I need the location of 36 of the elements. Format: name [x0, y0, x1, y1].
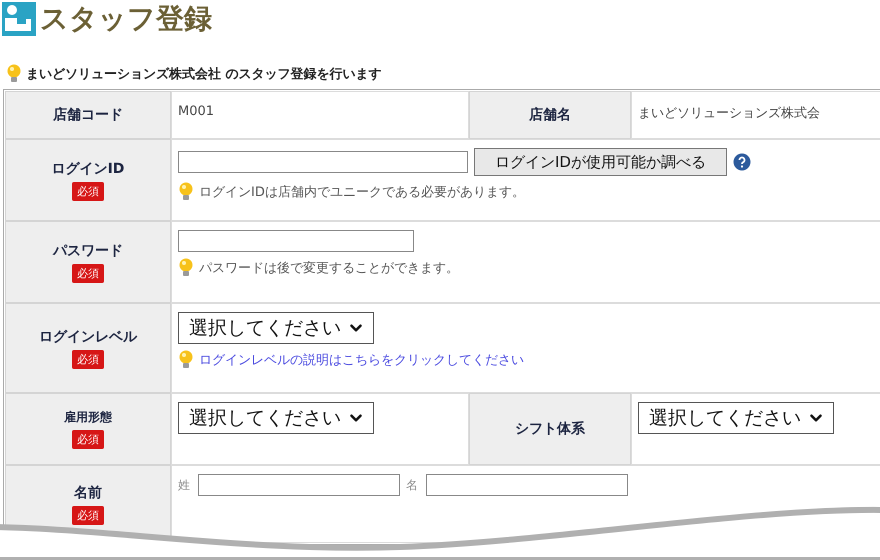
check-availability-button[interactable]: ログインIDが使用可能か調べる: [474, 148, 727, 176]
hint-text: ログインIDは店舗内でユニークである必要があります。: [199, 184, 525, 201]
required-badge: 必須: [72, 264, 104, 282]
hint-text: パスワードは後で変更することができます。: [199, 260, 459, 277]
lightbulb-icon: [6, 64, 22, 84]
help-link[interactable]: ログインレベルの説明はこちらをクリックしてください: [199, 351, 524, 369]
field-value: まいどソリューションズ株式会: [638, 105, 820, 122]
field-label: 雇用形態: [63, 409, 113, 426]
input-label: 名: [406, 476, 418, 494]
field-label: 店舗名: [528, 106, 572, 124]
field-label: 名前: [72, 484, 103, 502]
lightbulb-icon: [178, 182, 194, 202]
page-title: スタッフ登録: [40, 3, 212, 35]
required-badge: 必須: [72, 182, 104, 200]
select-dropdown[interactable]: 選択してください: [638, 402, 834, 434]
field-label: シフト体系: [514, 420, 586, 438]
select-dropdown[interactable]: 選択してください: [178, 312, 374, 344]
select-dropdown[interactable]: 選択してください: [178, 402, 374, 434]
field-label: 店舗コード: [52, 106, 124, 124]
help-icon[interactable]: [732, 153, 751, 171]
required-badge: 必須: [72, 350, 104, 368]
input-field[interactable]: [426, 474, 628, 496]
field-label: ログインレベル: [38, 328, 138, 346]
required-badge: 必須: [72, 506, 104, 524]
input-label: 姓: [178, 476, 190, 494]
staff-icon: [2, 2, 36, 36]
input-field[interactable]: [178, 151, 468, 173]
lightbulb-icon: [178, 350, 194, 370]
field-label: パスワード: [52, 242, 124, 260]
field-label: ログインID: [50, 160, 126, 178]
input-field[interactable]: [178, 230, 414, 252]
required-badge: 必須: [72, 430, 104, 449]
field-value: M001: [178, 103, 214, 119]
lightbulb-icon: [178, 258, 194, 278]
input-field[interactable]: [198, 474, 400, 496]
notice-text: まいどソリューションズ株式会社 のスタッフ登録を行います: [26, 66, 382, 83]
